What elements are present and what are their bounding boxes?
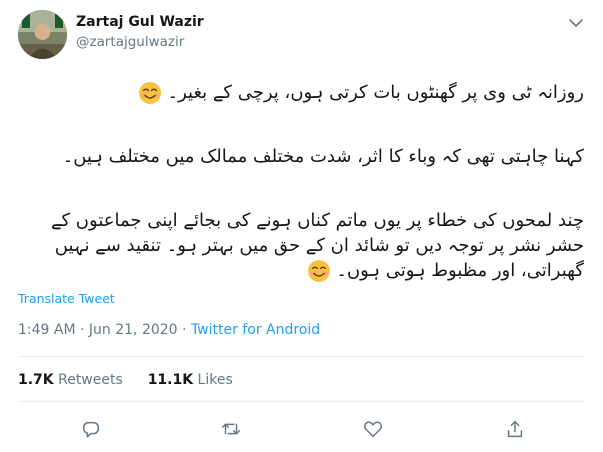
tweet-meta: 1:49 AM · Jun 21, 2020 · Twitter for And… <box>18 322 320 338</box>
tweet-line: حشر نشر پر توجہ دیں تو شائد ان کے حق میں… <box>55 233 584 259</box>
likes-count: 11.1K <box>147 372 194 388</box>
tweet-stats: 1.7K Retweets 11.1K Likes <box>18 372 233 388</box>
tweet-date[interactable]: Jun 21, 2020 <box>89 322 178 338</box>
retweets-label: Retweets <box>58 372 123 388</box>
share-icon[interactable] <box>504 418 526 440</box>
tweet-line-text: روزانہ ٹی وی پر گھنٹوں بات کرتی ہوں، پرچ… <box>167 82 584 103</box>
smiling-face-emoji-icon <box>138 82 161 104</box>
tweet-line-text: کہنا چاہتی تھی کہ وباء کا اثر، شدت مختلف… <box>62 146 584 167</box>
retweets-count: 1.7K <box>18 372 54 388</box>
tweet-line: گھبراتی، اور مظبوط ہوتی ہوں۔ <box>307 258 584 284</box>
tweet-line-text: چند لمحوں کی خطاء پر یوں ماتم کناں ہونے … <box>50 210 584 231</box>
divider <box>18 356 584 357</box>
meta-separator: · <box>182 322 187 338</box>
likes-stat[interactable]: 11.1K Likes <box>148 372 233 388</box>
tweet-line: روزانہ ٹی وی پر گھنٹوں بات کرتی ہوں، پرچ… <box>138 80 584 106</box>
translate-tweet-link[interactable]: Translate Tweet <box>18 291 115 306</box>
tweet-line-text: حشر نشر پر توجہ دیں تو شائد ان کے حق میں… <box>54 235 584 256</box>
avatar[interactable] <box>18 10 67 59</box>
tweet-line: کہنا چاہتی تھی کہ وباء کا اثر، شدت مختلف… <box>63 144 584 170</box>
avatar-image <box>18 10 67 59</box>
user-handle[interactable]: @zartajgulwazir <box>76 34 184 50</box>
reply-icon[interactable] <box>80 418 102 440</box>
tweet-line: چند لمحوں کی خطاء پر یوں ماتم کناں ہونے … <box>51 208 584 234</box>
retweet-icon[interactable] <box>220 418 242 440</box>
display-name[interactable]: Zartaj Gul Wazir <box>76 14 204 30</box>
heart-icon[interactable] <box>362 418 384 440</box>
tweet-text: روزانہ ٹی وی پر گھنٹوں بات کرتی ہوں، پرچ… <box>18 80 584 290</box>
retweets-stat[interactable]: 1.7K Retweets <box>18 372 123 388</box>
smiling-face-emoji-icon <box>307 260 330 282</box>
tweet-line-text: گھبراتی، اور مظبوط ہوتی ہوں۔ <box>336 260 584 281</box>
divider <box>18 401 584 402</box>
tweet-source-link[interactable]: Twitter for Android <box>191 322 320 338</box>
meta-separator: · <box>80 322 85 338</box>
tweet-time[interactable]: 1:49 AM <box>18 322 76 338</box>
chevron-down-icon[interactable] <box>567 14 585 32</box>
likes-label: Likes <box>197 372 233 388</box>
